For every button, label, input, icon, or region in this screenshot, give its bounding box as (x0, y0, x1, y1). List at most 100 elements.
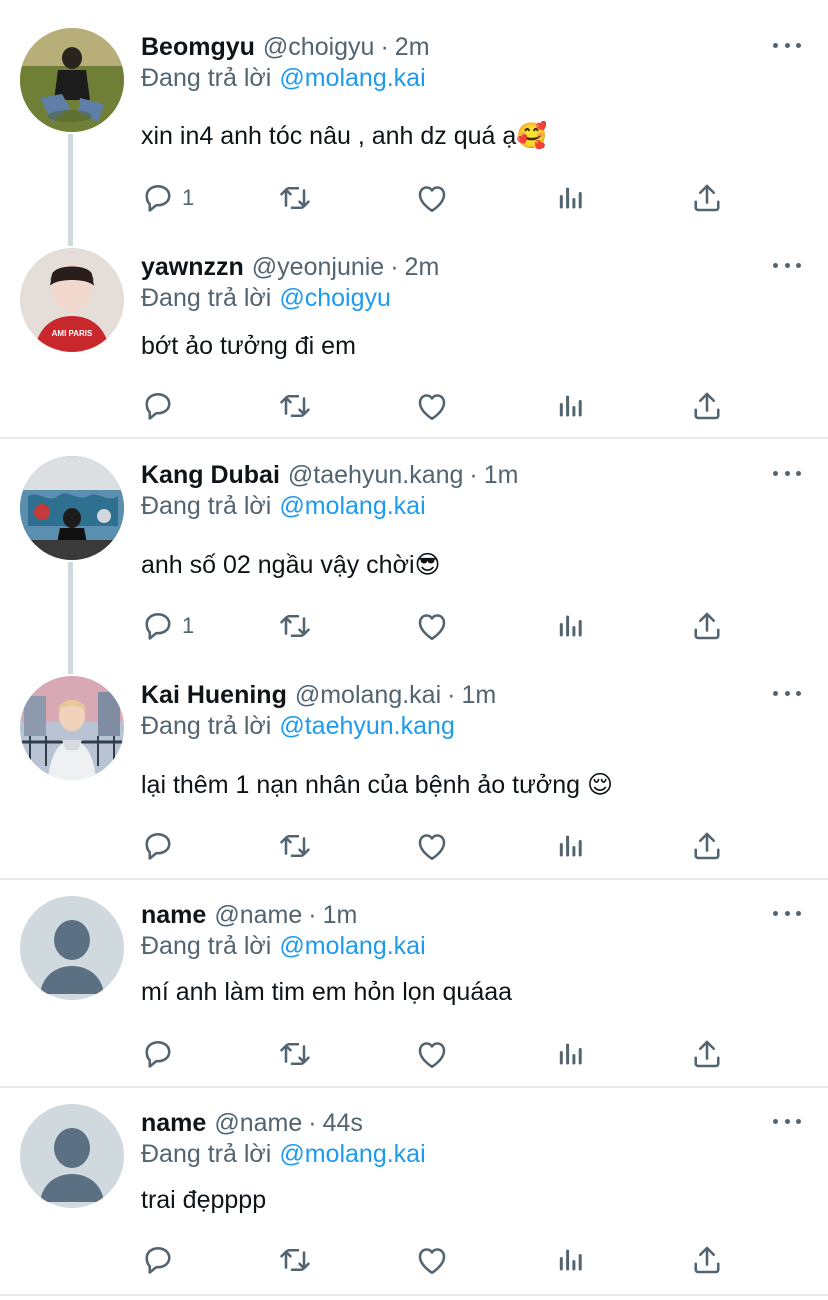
reply-button[interactable] (140, 1240, 182, 1280)
analytics-button[interactable] (552, 1034, 588, 1074)
like-button[interactable] (414, 178, 450, 218)
separator-dot: · (469, 460, 478, 489)
share-button[interactable] (689, 1034, 725, 1074)
display-name[interactable]: yawnzzn (141, 253, 244, 282)
replying-to-label: Đang trả lời (141, 712, 272, 740)
avatar[interactable]: AMI PARIS (20, 248, 124, 352)
retweet-button[interactable] (277, 178, 313, 218)
analytics-button[interactable] (552, 826, 588, 866)
analytics-icon (552, 828, 588, 864)
reply-icon (140, 608, 176, 644)
analytics-button[interactable] (552, 386, 588, 426)
retweet-button[interactable] (277, 826, 313, 866)
replying-to: Đang trả lời @choigyu (141, 284, 391, 313)
tweet-text: mí anh làm tim em hỏn lọn quáaa (141, 978, 513, 1006)
like-button[interactable] (414, 826, 450, 866)
tweet[interactable]: Kai Huening @molang.kai · 1m Đang trả lờ… (0, 676, 828, 876)
retweet-button[interactable] (277, 1240, 313, 1280)
mention-link[interactable]: @choigyu (279, 284, 391, 312)
more-icon[interactable] (770, 1110, 804, 1132)
replying-to-label: Đang trả lời (141, 1140, 272, 1168)
retweet-button[interactable] (277, 386, 313, 426)
reply-button[interactable] (140, 386, 182, 426)
timestamp[interactable]: 2m (395, 33, 430, 62)
like-button[interactable] (414, 386, 450, 426)
more-icon[interactable] (770, 462, 804, 484)
tweet[interactable]: Kang Dubai @taehyun.kang · 1m Đang trả l… (0, 456, 828, 656)
display-name[interactable]: name (141, 901, 206, 930)
more-icon[interactable] (770, 254, 804, 276)
username[interactable]: @name (214, 901, 302, 930)
share-button[interactable] (689, 1240, 725, 1280)
mention-link[interactable]: @molang.kai (279, 932, 425, 960)
tweet[interactable]: name @name · 44s Đang trả lời @molang.kai… (0, 1104, 828, 1294)
avatar[interactable] (20, 896, 124, 1000)
analytics-icon (552, 1242, 588, 1278)
share-button[interactable] (689, 386, 725, 426)
timestamp[interactable]: 2m (405, 253, 440, 282)
retweet-button[interactable] (277, 1034, 313, 1074)
analytics-button[interactable] (552, 606, 588, 646)
analytics-button[interactable] (552, 1240, 588, 1280)
username[interactable]: @molang.kai (295, 681, 441, 710)
tweet[interactable]: name @name · 1m Đang trả lời @molang.kai … (0, 896, 828, 1086)
timestamp[interactable]: 1m (461, 681, 496, 710)
more-icon[interactable] (770, 682, 804, 704)
display-name[interactable]: Kai Huening (141, 681, 287, 710)
display-name[interactable]: Kang Dubai (141, 461, 280, 490)
share-button[interactable] (689, 178, 725, 218)
more-icon[interactable] (770, 34, 804, 56)
username[interactable]: @taehyun.kang (288, 461, 464, 490)
avatar[interactable] (20, 456, 124, 560)
divider (0, 1294, 828, 1296)
tweet-header: Kang Dubai @taehyun.kang · 1m (141, 456, 518, 494)
action-bar: 1 (140, 178, 740, 218)
reply-button[interactable]: 1 (140, 606, 194, 646)
share-icon (689, 388, 725, 424)
heart-icon (414, 388, 450, 424)
reply-icon (140, 828, 176, 864)
replying-to: Đang trả lời @molang.kai (141, 932, 426, 961)
share-icon (689, 608, 725, 644)
display-name[interactable]: name (141, 1109, 206, 1138)
timestamp[interactable]: 44s (323, 1109, 363, 1138)
username[interactable]: @yeonjunie (252, 253, 384, 282)
retweet-icon (277, 608, 313, 644)
like-button[interactable] (414, 1240, 450, 1280)
mention-link[interactable]: @taehyun.kang (279, 712, 455, 740)
retweet-button[interactable] (277, 606, 313, 646)
separator-dot: · (380, 32, 389, 61)
divider (0, 437, 828, 439)
hoodie-print: AMI PARIS (52, 329, 93, 338)
reply-button[interactable]: 1 (140, 178, 194, 218)
username[interactable]: @choigyu (263, 33, 375, 62)
reply-button[interactable] (140, 1034, 182, 1074)
like-button[interactable] (414, 606, 450, 646)
reply-icon (140, 180, 176, 216)
more-icon[interactable] (770, 902, 804, 924)
mention-link[interactable]: @molang.kai (279, 1140, 425, 1168)
avatar[interactable] (20, 676, 124, 780)
share-button[interactable] (689, 606, 725, 646)
share-button[interactable] (689, 826, 725, 866)
tweet-text: bớt ảo tưởng đi em (141, 332, 356, 360)
tweet[interactable]: Beomgyu @choigyu · 2m Đang trả lời @molan… (0, 28, 828, 228)
like-button[interactable] (414, 1034, 450, 1074)
action-bar: 1 (140, 606, 740, 646)
retweet-icon (277, 180, 313, 216)
mention-link[interactable]: @molang.kai (279, 492, 425, 520)
action-bar (140, 826, 740, 866)
reply-icon (140, 1242, 176, 1278)
analytics-button[interactable] (552, 178, 588, 218)
heart-icon (414, 1036, 450, 1072)
mention-link[interactable]: @molang.kai (279, 64, 425, 92)
username[interactable]: @name (214, 1109, 302, 1138)
reply-button[interactable] (140, 826, 182, 866)
tweet[interactable]: AMI PARIS yawnzzn @yeonjunie · 2m Đang t… (0, 248, 828, 438)
timestamp[interactable]: 1m (484, 461, 519, 490)
avatar[interactable] (20, 28, 124, 132)
tweet-header: Kai Huening @molang.kai · 1m (141, 676, 496, 714)
avatar[interactable] (20, 1104, 124, 1208)
timestamp[interactable]: 1m (323, 901, 358, 930)
display-name[interactable]: Beomgyu (141, 33, 255, 62)
